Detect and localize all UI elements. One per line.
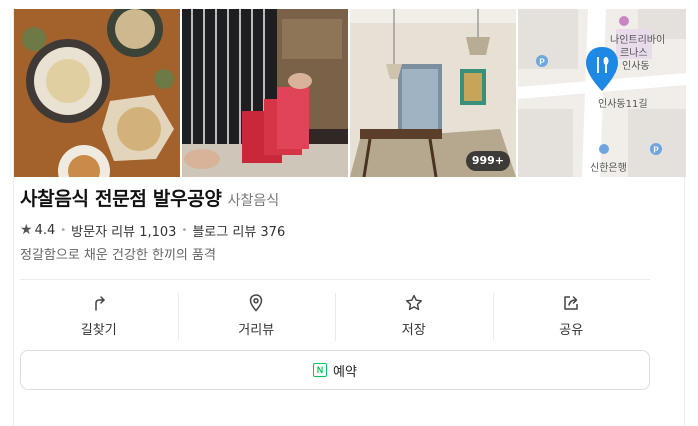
- photo-award-image: [182, 9, 348, 177]
- photo-award[interactable]: [182, 9, 348, 177]
- place-category: 사찰음식: [227, 193, 280, 209]
- svg-text:P: P: [539, 58, 545, 67]
- star-icon: ★: [20, 222, 33, 238]
- photo-interior[interactable]: 999+: [350, 9, 516, 177]
- svg-text:P: P: [653, 146, 659, 155]
- place-description: 정갈함으로 채운 건강한 한끼의 품격: [20, 248, 216, 263]
- photo-count-badge[interactable]: 999+: [465, 151, 510, 171]
- blog-reviews-link[interactable]: 블로그 리뷰 376: [192, 221, 285, 240]
- divider: [20, 279, 650, 280]
- share-icon: [564, 295, 578, 310]
- naver-booking-icon: N: [313, 363, 328, 377]
- reserve-label: 예약: [333, 364, 357, 380]
- street-view-button[interactable]: 거리뷰: [177, 285, 336, 345]
- rating-value: 4.4: [34, 222, 56, 238]
- review-summary: ★ 4.4 • 방문자 리뷰 1,103 • 블로그 리뷰 376: [20, 220, 650, 240]
- action-bar: 길찾기 거리뷰 저장 공유: [20, 285, 650, 345]
- map-label-insadong: 인사동: [622, 61, 650, 72]
- reserve-button[interactable]: N 예약: [20, 350, 650, 390]
- save-label: 저장: [401, 322, 426, 338]
- directions-button[interactable]: 길찾기: [20, 285, 178, 345]
- map-label-insadong-11gil: 인사동11길: [598, 99, 648, 110]
- share-button[interactable]: 공유: [492, 285, 651, 345]
- save-button[interactable]: 저장: [335, 285, 493, 345]
- photo-food-image: [14, 9, 180, 177]
- photo-food[interactable]: [14, 9, 180, 177]
- place-info: 사찰음식 전문점 발우공양 사찰음식 ★ 4.4 • 방문자 리뷰 1,103 …: [20, 184, 650, 264]
- photo-strip: 999+ P P 나인트리바이 르나스 인사동 인사동11길 신한은행: [14, 9, 686, 177]
- street-view-label: 거리뷰: [238, 322, 275, 338]
- separator-dot: •: [60, 224, 67, 236]
- map-label-shinhan-bank: 신한은행: [590, 163, 627, 174]
- directions-icon: [95, 295, 105, 311]
- separator-dot: •: [181, 224, 188, 236]
- location-pin-icon: [249, 293, 263, 312]
- title-row: 사찰음식 전문점 발우공양 사찰음식: [20, 184, 650, 214]
- star-outline-icon: [405, 294, 422, 310]
- map-thumbnail[interactable]: P P 나인트리바이 르나스 인사동 인사동11길 신한은행: [518, 9, 686, 177]
- visitor-reviews-link[interactable]: 방문자 리뷰 1,103: [71, 221, 176, 240]
- share-label: 공유: [559, 322, 584, 338]
- place-name[interactable]: 사찰음식 전문점 발우공양: [20, 184, 222, 211]
- directions-label: 길찾기: [80, 322, 117, 338]
